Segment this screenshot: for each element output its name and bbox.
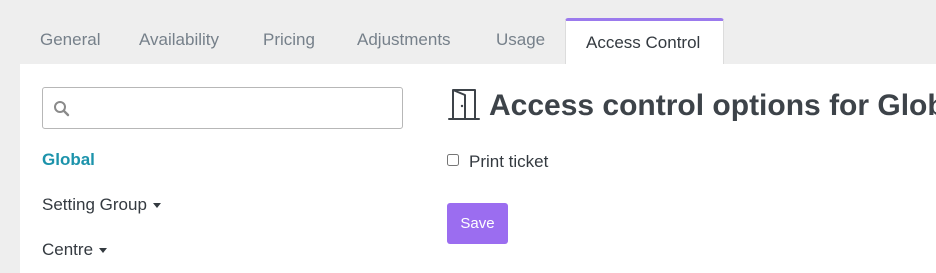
sidebar-item-label: Centre — [42, 240, 94, 259]
print-ticket-checkbox[interactable] — [447, 154, 459, 166]
search-icon — [54, 101, 70, 117]
search-box — [42, 87, 403, 130]
tab-usage[interactable]: Usage — [476, 18, 565, 64]
caret-down-icon — [152, 203, 161, 209]
page-title: Access control options for Global — [447, 86, 936, 126]
door-icon — [448, 89, 480, 121]
tab-bar: General Availability Pricing Adjustments… — [0, 0, 936, 65]
sidebar-item-setting-group[interactable]: Setting Group — [42, 195, 161, 215]
search-input[interactable] — [77, 88, 401, 130]
tab-general[interactable]: General — [20, 18, 120, 64]
save-button[interactable]: Save — [447, 203, 508, 244]
tab-access-control[interactable]: Access Control — [565, 18, 724, 65]
print-ticket-option[interactable]: Print ticket — [447, 152, 548, 172]
print-ticket-label: Print ticket — [469, 152, 549, 171]
sidebar-item-global[interactable]: Global — [42, 150, 95, 170]
caret-down-icon — [99, 248, 108, 254]
sidebar-item-label: Global — [42, 150, 95, 169]
sidebar-item-label: Setting Group — [42, 195, 147, 214]
access-control-panel: Global Setting Group Centre Access contr… — [20, 64, 936, 273]
sidebar-item-centre[interactable]: Centre — [42, 240, 108, 260]
tab-pricing[interactable]: Pricing — [243, 18, 335, 64]
page-title-text: Access control options for Global — [489, 89, 936, 122]
tab-adjustments[interactable]: Adjustments — [337, 18, 471, 64]
tab-availability[interactable]: Availability — [119, 18, 239, 64]
